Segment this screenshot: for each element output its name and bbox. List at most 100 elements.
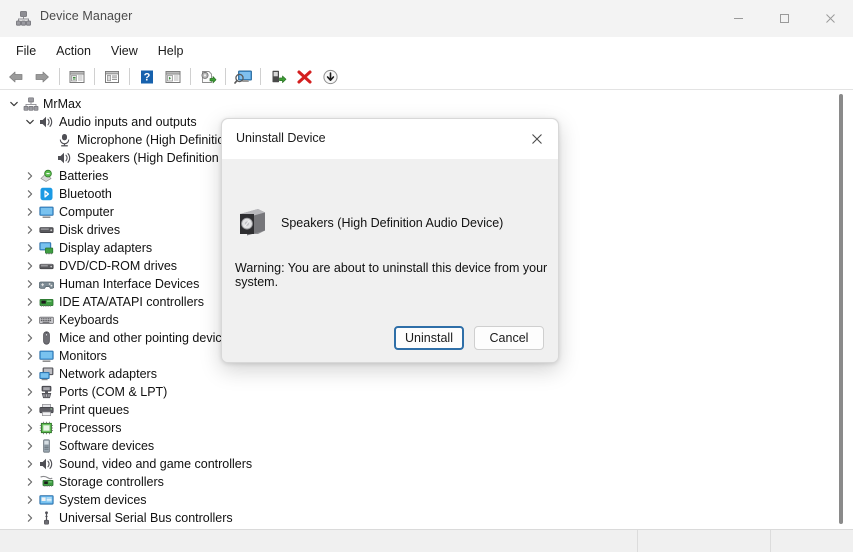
tree-item-processors[interactable]: Processors [0,419,840,437]
chevron-right-icon[interactable] [22,348,38,364]
forward-arrow-icon[interactable] [29,65,55,89]
tree-item-label: Ports (COM & LPT) [59,385,168,399]
device-manager-icon [15,10,32,27]
tree-item-label: Disk drives [59,223,121,237]
statusbar-pane-tertiary [770,530,853,552]
uninstall-device-dialog: Uninstall Device Speakers (High Definiti… [221,118,559,363]
tree-item-label: Sound, video and game controllers [59,457,253,471]
tree-item-ports-com-and-lpt[interactable]: Ports (COM & LPT) [0,383,840,401]
tree-item-storage-controllers[interactable]: Storage controllers [0,473,840,491]
close-icon[interactable] [516,119,558,159]
vertical-scrollbar-thumb[interactable] [839,94,843,524]
chevron-right-icon[interactable] [22,492,38,508]
chevron-right-icon[interactable] [22,222,38,238]
chevron-right-icon[interactable] [22,366,38,382]
chevron-right-icon[interactable] [22,276,38,292]
tree-item-label: Print queues [59,403,130,417]
close-icon[interactable] [807,0,853,37]
usb-icon [38,510,55,526]
tree-item-system-devices[interactable]: System devices [0,491,840,509]
printer-icon [38,402,55,418]
window-caption-buttons [715,0,853,37]
chevron-right-icon[interactable] [22,474,38,490]
window-titlebar: Device Manager [0,0,853,37]
uninstall-button[interactable]: Uninstall [394,326,464,350]
chevron-right-icon[interactable] [22,510,38,526]
separator-2 [94,68,95,85]
menu-item-file[interactable]: File [6,40,46,62]
disable-device-icon[interactable] [317,65,343,89]
tree-item-label: Audio inputs and outputs [59,115,197,129]
no-twisty [40,150,56,166]
maximize-icon[interactable] [761,0,807,37]
back-arrow-icon[interactable] [3,65,29,89]
statusbar-pane-message [0,530,637,552]
chevron-right-icon[interactable] [22,168,38,184]
no-twisty [40,132,56,148]
separator-5 [225,68,226,85]
menu-item-view[interactable]: View [101,40,148,62]
statusbar [0,529,853,552]
tree-item-label: Mice and other pointing devices [59,331,235,345]
help-icon[interactable]: ? [134,65,160,89]
speaker-device-icon [235,205,269,239]
chevron-right-icon[interactable] [22,204,38,220]
tree-item-software-devices[interactable]: Software devices [0,437,840,455]
tree-item-label: Human Interface Devices [59,277,200,291]
chevron-right-icon[interactable] [22,186,38,202]
chevron-down-icon[interactable] [6,96,22,112]
cancel-button[interactable]: Cancel [474,326,544,350]
battery-icon [38,168,55,184]
chevron-right-icon[interactable] [22,330,38,346]
tree-item-label: MrMax [43,97,82,111]
statusbar-pane-secondary [637,530,770,552]
scan-for-hardware-changes-icon[interactable] [230,65,256,89]
display-adapter-icon [38,240,55,256]
chevron-right-icon[interactable] [22,438,38,454]
tree-item-label: Software devices [59,439,155,453]
chevron-right-icon[interactable] [22,402,38,418]
tree-item-label: IDE ATA/ATAPI controllers [59,295,204,309]
chevron-right-icon[interactable] [22,240,38,256]
show-hide-console-tree-icon[interactable] [64,65,90,89]
show-hide-action-pane-icon[interactable] [160,65,186,89]
chevron-right-icon[interactable] [22,384,38,400]
tree-item-label: Keyboards [59,313,119,327]
enable-device-icon[interactable] [265,65,291,89]
tree-item-label: System devices [59,493,147,507]
port-icon [38,384,55,400]
separator-6 [260,68,261,85]
tree-item-label: DVD/CD-ROM drives [59,259,178,273]
chevron-right-icon[interactable] [22,312,38,328]
tree-item-mrmax[interactable]: MrMax [0,95,840,113]
tree-item-label: Bluetooth [59,187,112,201]
storage-controller-icon [38,474,55,490]
chevron-right-icon[interactable] [22,420,38,436]
monitor-icon [38,348,55,364]
vertical-scrollbar[interactable] [836,90,846,530]
chevron-down-icon[interactable] [22,114,38,130]
menu-item-help[interactable]: Help [148,40,194,62]
minimize-icon[interactable] [715,0,761,37]
tree-item-network-adapters[interactable]: Network adapters [0,365,840,383]
tree-item-label: Storage controllers [59,475,164,489]
speaker-icon [38,456,55,472]
tree-item-label: Display adapters [59,241,153,255]
properties-icon[interactable] [99,65,125,89]
dvd-drive-icon [38,258,55,274]
menu-item-action[interactable]: Action [46,40,101,62]
tree-item-print-queues[interactable]: Print queues [0,401,840,419]
chevron-right-icon[interactable] [22,294,38,310]
tree-item-sound-video-and-game-controllers[interactable]: Sound, video and game controllers [0,455,840,473]
tree-item-label: Network adapters [59,367,157,381]
chevron-right-icon[interactable] [22,456,38,472]
tree-item-label: Batteries [59,169,109,183]
chevron-right-icon[interactable] [22,258,38,274]
uninstall-device-icon[interactable] [291,65,317,89]
dialog-warning-text: Warning: You are about to uninstall this… [235,261,548,289]
tree-item-label: Universal Serial Bus controllers [59,511,233,525]
tree-item-universal-serial-bus-controllers[interactable]: Universal Serial Bus controllers [0,509,840,527]
speaker-icon [56,150,73,166]
update-driver-icon[interactable] [195,65,221,89]
separator-1 [59,68,60,85]
